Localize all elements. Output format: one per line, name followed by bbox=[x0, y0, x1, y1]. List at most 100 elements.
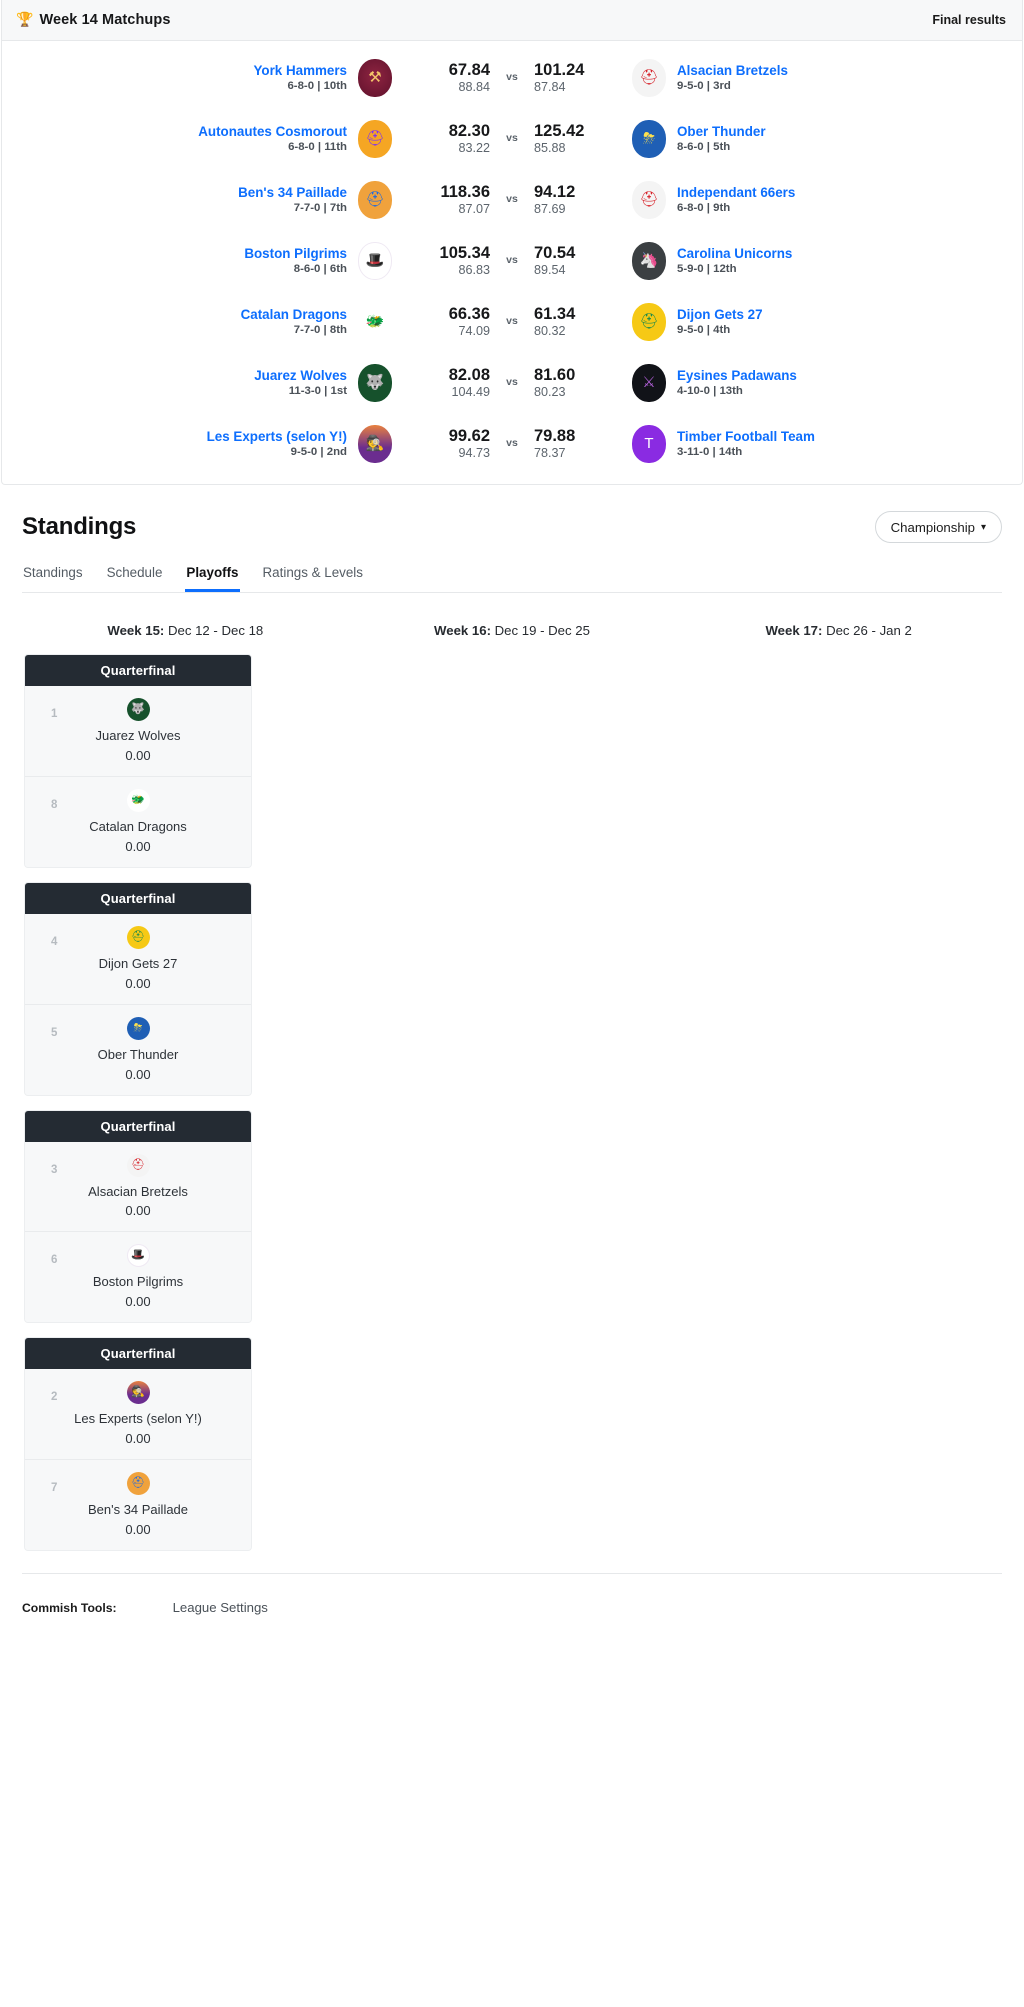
team-name-left[interactable]: Boston Pilgrims bbox=[244, 246, 347, 261]
bracket-team-avatar: 🕵 bbox=[126, 1381, 150, 1405]
bracket-team-row[interactable]: 2 🕵 Les Experts (selon Y!) 0.00 bbox=[25, 1369, 251, 1460]
team-avatar-left: 🐲 bbox=[358, 302, 392, 341]
score-actual-left: 66.36 bbox=[448, 304, 490, 323]
matchup-team-left[interactable]: Les Experts (selon Y!) 9-5-0 | 2nd 🕵 bbox=[92, 424, 392, 463]
bracket-team-row[interactable]: 8 🐲 Catalan Dragons 0.00 bbox=[25, 775, 251, 867]
team-record-left: 6-8-0 | 10th bbox=[287, 80, 347, 93]
matchup-row[interactable]: Catalan Dragons 7-7-0 | 8th 🐲 66.36 74.09 vs 6… bbox=[2, 291, 1022, 352]
score-actual-right: 81.60 bbox=[534, 365, 576, 384]
matchup-row-list: York Hammers 6-8-0 | 10th ⚒ 67.84 88.84 vs 101… bbox=[2, 41, 1022, 484]
team-info-right: Eysines Padawans 4-10-0 | 13th bbox=[677, 368, 797, 397]
team-avatar-left: 🎩 bbox=[358, 241, 392, 280]
tab-schedule[interactable]: Schedule bbox=[106, 565, 164, 592]
matchups-card: 🏆 Week 14 Matchups Final results York Ha… bbox=[1, 0, 1023, 485]
matchup-team-left[interactable]: York Hammers 6-8-0 | 10th ⚒ bbox=[92, 58, 392, 97]
league-settings-link[interactable]: League Settings bbox=[173, 1600, 268, 1615]
team-name-right[interactable]: Dijon Gets 27 bbox=[677, 307, 763, 322]
bracket-team-score: 0.00 bbox=[125, 1203, 151, 1219]
team-name-left[interactable]: York Hammers bbox=[253, 63, 347, 78]
bracket-team-row[interactable]: 7 ⛑ Ben's 34 Paillade 0.00 bbox=[25, 1459, 251, 1551]
score-projected-left: 87.07 bbox=[458, 201, 490, 216]
matchup-scores: 67.84 88.84 vs 101.24 87.84 bbox=[392, 61, 632, 95]
score-left: 99.62 94.73 bbox=[404, 427, 490, 461]
matchup-row[interactable]: Juarez Wolves 11-3-0 | 1st 🐺 82.08 104.49 vs 8… bbox=[2, 352, 1022, 413]
matchup-team-right[interactable]: ⚔ Eysines Padawans 4-10-0 | 13th bbox=[632, 363, 932, 402]
matchup-row[interactable]: Les Experts (selon Y!) 9-5-0 | 2nd 🕵 99.62 9… bbox=[2, 413, 1022, 474]
bracket-team-score: 0.00 bbox=[125, 1522, 151, 1538]
tab-standings[interactable]: Standings bbox=[22, 565, 84, 592]
bracket-team-seed: 2 bbox=[51, 1391, 58, 1404]
bracket-match-card[interactable]: Quarterfinal 2 🕵 Les Experts (selon Y!) 0.00… bbox=[24, 1337, 252, 1552]
matchups-header: 🏆 Week 14 Matchups Final results bbox=[2, 0, 1022, 41]
score-actual-right: 101.24 bbox=[534, 60, 585, 79]
score-left: 66.36 74.09 bbox=[404, 305, 490, 339]
matchup-team-right[interactable]: T Timber Football Team 3-11-0 | 14th bbox=[632, 424, 932, 463]
matchup-team-left[interactable]: Boston Pilgrims 8-6-0 | 6th 🎩 bbox=[92, 241, 392, 280]
matchup-scores: 99.62 94.73 vs 79.88 78.37 bbox=[392, 427, 632, 461]
team-name-left[interactable]: Catalan Dragons bbox=[241, 307, 347, 322]
bracket-match-card[interactable]: Quarterfinal 3 ⛑ Alsacian Bretzels 0.00 6 🎩 Bos… bbox=[24, 1109, 252, 1324]
score-right: 70.54 89.54 bbox=[534, 244, 620, 278]
bracket-team-name: Les Experts (selon Y!) bbox=[74, 1411, 202, 1427]
score-left: 105.34 86.83 bbox=[404, 244, 490, 278]
team-info-right: Ober Thunder 8-6-0 | 5th bbox=[677, 124, 766, 153]
week-header-label: Week 16: bbox=[434, 623, 491, 638]
bracket-team-name: Juarez Wolves bbox=[95, 728, 181, 743]
bracket-round-title: Quarterfinal bbox=[25, 1110, 251, 1142]
bracket-team-name: Ober Thunder bbox=[97, 1046, 179, 1062]
tab-playoffs[interactable]: Playoffs bbox=[185, 565, 240, 592]
matchup-team-right[interactable]: ⛈ Ober Thunder 8-6-0 | 5th bbox=[632, 119, 932, 158]
team-avatar-right: ⛑ bbox=[632, 58, 666, 97]
score-right: 125.42 85.88 bbox=[534, 122, 620, 156]
score-actual-left: 99.62 bbox=[448, 426, 490, 445]
matchup-team-right[interactable]: ⛑ Dijon Gets 27 9-5-0 | 4th bbox=[632, 302, 932, 341]
matchup-row[interactable]: Boston Pilgrims 8-6-0 | 6th 🎩 105.34 86.83 vs… bbox=[2, 230, 1022, 291]
week-header-label: Week 17: bbox=[765, 623, 823, 638]
team-name-left[interactable]: Ben's 34 Paillade bbox=[238, 185, 347, 200]
vs-label: vs bbox=[506, 254, 518, 267]
week-header: Week 17: Dec 26 - Jan 2 bbox=[675, 623, 1002, 638]
vs-label: vs bbox=[506, 376, 518, 389]
team-name-left[interactable]: Juarez Wolves bbox=[254, 368, 347, 383]
week-header-label: Week 15: bbox=[107, 623, 165, 638]
team-name-left[interactable]: Autonautes Cosmorout bbox=[198, 124, 347, 139]
matchup-team-left[interactable]: Juarez Wolves 11-3-0 | 1st 🐺 bbox=[92, 363, 392, 402]
team-record-right: 8-6-0 | 5th bbox=[677, 141, 731, 154]
team-name-right[interactable]: Alsacian Bretzels bbox=[677, 63, 788, 78]
bracket-team-row[interactable]: 3 ⛑ Alsacian Bretzels 0.00 bbox=[25, 1141, 251, 1232]
matchup-team-right[interactable]: ⛑ Independant 66ers 6-8-0 | 9th bbox=[632, 180, 932, 219]
bracket-match-card[interactable]: Quarterfinal 4 ⛑ Dijon Gets 27 0.00 5 ⛈ Ober Th… bbox=[24, 881, 252, 1096]
matchup-row[interactable]: Ben's 34 Paillade 7-7-0 | 7th ⛑ 118.36 87.07… bbox=[2, 169, 1022, 230]
matchup-team-left[interactable]: Ben's 34 Paillade 7-7-0 | 7th ⛑ bbox=[92, 180, 392, 219]
team-name-right[interactable]: Eysines Padawans bbox=[677, 368, 797, 383]
team-name-right[interactable]: Carolina Unicorns bbox=[677, 246, 792, 261]
team-avatar-right: T bbox=[632, 424, 666, 463]
bracket-team-row[interactable]: 4 ⛑ Dijon Gets 27 0.00 bbox=[25, 913, 251, 1004]
team-name-right[interactable]: Timber Football Team bbox=[677, 429, 815, 444]
matchup-row[interactable]: York Hammers 6-8-0 | 10th ⚒ 67.84 88.84 vs 101… bbox=[2, 47, 1022, 108]
team-record-left: 9-5-0 | 2nd bbox=[290, 446, 347, 459]
bracket-team-avatar: 🐲 bbox=[126, 788, 150, 812]
team-record-right: 6-8-0 | 9th bbox=[677, 202, 731, 215]
team-name-right[interactable]: Independant 66ers bbox=[677, 185, 795, 200]
score-left: 82.30 83.22 bbox=[404, 122, 490, 156]
matchup-team-right[interactable]: 🦄 Carolina Unicorns 5-9-0 | 12th bbox=[632, 241, 932, 280]
bracket-team-row[interactable]: 6 🎩 Boston Pilgrims 0.00 bbox=[25, 1231, 251, 1323]
bracket-team-row[interactable]: 5 ⛈ Ober Thunder 0.00 bbox=[25, 1003, 251, 1095]
matchup-team-right[interactable]: ⛑ Alsacian Bretzels 9-5-0 | 3rd bbox=[632, 58, 932, 97]
bracket-team-seed: 3 bbox=[51, 1163, 58, 1176]
week-header: Week 15: Dec 12 - Dec 18 bbox=[22, 623, 349, 638]
tab-ratings-levels[interactable]: Ratings & Levels bbox=[262, 565, 364, 592]
matchup-team-left[interactable]: Autonautes Cosmorout 6-8-0 | 11th ⛑ bbox=[92, 119, 392, 158]
bracket-team-seed: 5 bbox=[51, 1026, 58, 1039]
score-projected-left: 86.83 bbox=[458, 262, 490, 277]
week-header: Week 16: Dec 19 - Dec 25 bbox=[349, 623, 676, 638]
matchup-row[interactable]: Autonautes Cosmorout 6-8-0 | 11th ⛑ 82.30 83… bbox=[2, 108, 1022, 169]
bracket-team-row[interactable]: 1 🐺 Juarez Wolves 0.00 bbox=[25, 686, 251, 776]
team-name-left[interactable]: Les Experts (selon Y!) bbox=[207, 429, 347, 444]
bracket-match-card[interactable]: Quarterfinal 1 🐺 Juarez Wolves 0.00 8 🐲 Catalan… bbox=[24, 654, 252, 868]
matchup-scores: 118.36 87.07 vs 94.12 87.69 bbox=[392, 183, 632, 217]
matchup-team-left[interactable]: Catalan Dragons 7-7-0 | 8th 🐲 bbox=[92, 302, 392, 341]
team-name-right[interactable]: Ober Thunder bbox=[677, 124, 766, 139]
championship-dropdown[interactable]: Championship ▾ bbox=[874, 511, 1002, 543]
